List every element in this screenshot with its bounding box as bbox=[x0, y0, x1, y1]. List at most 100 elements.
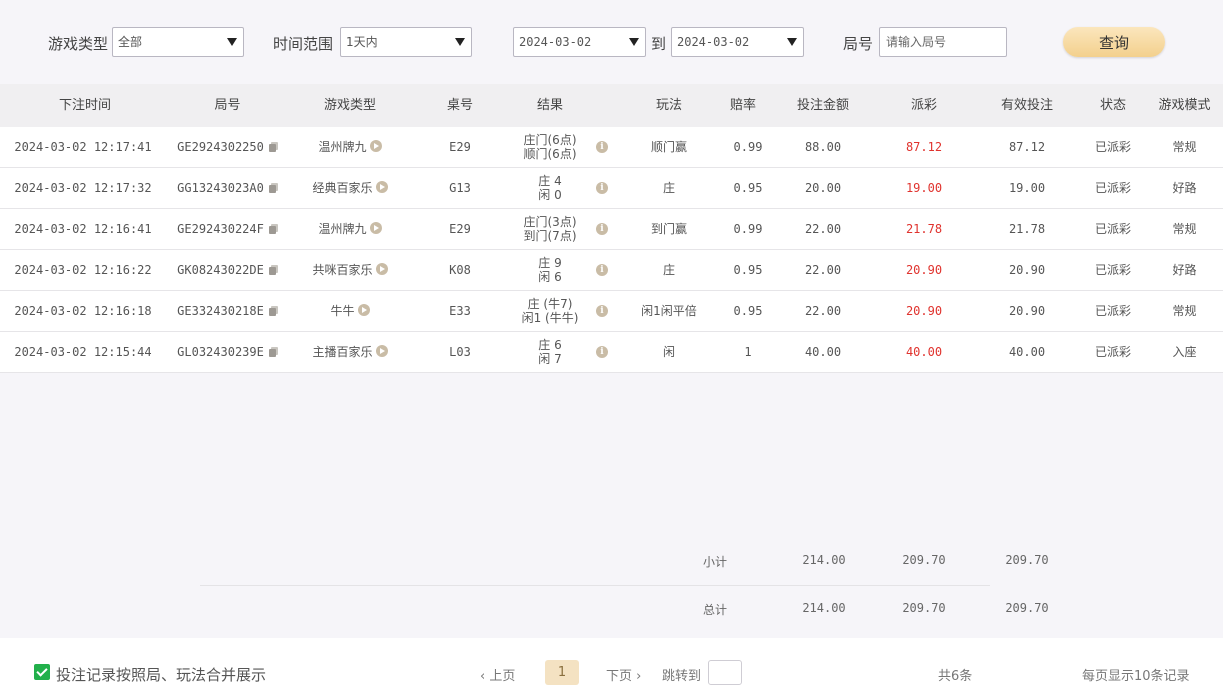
copy-icon[interactable] bbox=[268, 306, 278, 316]
subtotal-bet: 214.00 bbox=[802, 553, 846, 567]
date-from-select[interactable]: 2024-03-02 bbox=[513, 27, 646, 57]
table-row: 2024-03-02 12:16:41 GE292430224F 温州牌九 E2… bbox=[0, 209, 1223, 250]
result-line-1: 庄 (牛7) bbox=[527, 297, 573, 311]
play-type: 庄 bbox=[662, 263, 675, 277]
prev-page-button[interactable]: ‹ 上页 bbox=[480, 665, 515, 684]
valid-bet: 40.00 bbox=[1008, 345, 1046, 359]
round-cell: GE2924302250 bbox=[170, 127, 285, 167]
play-type: 到门赢 bbox=[650, 222, 687, 236]
table-row: 2024-03-02 12:17:41 GE2924302250 温州牌九 E2… bbox=[0, 127, 1223, 168]
game-type-value: 全部 bbox=[118, 35, 143, 49]
info-icon[interactable]: i bbox=[596, 141, 608, 153]
game-mode: 常规 bbox=[1172, 304, 1197, 318]
checkbox-checked-icon[interactable] bbox=[34, 664, 50, 680]
total-label: 总计 bbox=[702, 603, 727, 617]
info-icon[interactable]: i bbox=[596, 182, 608, 194]
header-valid-bet: 有效投注 bbox=[1000, 98, 1053, 113]
copy-icon[interactable] bbox=[268, 224, 278, 234]
game-type-cell: 温州牌九 bbox=[285, 127, 415, 167]
bet-time: 2024-03-02 12:17:32 bbox=[14, 181, 152, 195]
payout: 87.12 bbox=[905, 140, 943, 154]
status: 已派彩 bbox=[1094, 222, 1131, 236]
next-page-button[interactable]: 下页 › bbox=[606, 665, 641, 684]
date-to-value: 2024-03-02 bbox=[677, 35, 750, 49]
valid-bet: 19.00 bbox=[1008, 181, 1046, 195]
result-line-1: 庄 4 bbox=[538, 174, 562, 188]
page-number-current[interactable]: 1 bbox=[545, 660, 579, 685]
info-icon[interactable]: i bbox=[596, 223, 608, 235]
result-line-1: 庄 6 bbox=[538, 338, 562, 352]
jump-to-label: 跳转到 bbox=[662, 669, 702, 684]
info-icon[interactable]: i bbox=[596, 305, 608, 317]
game-type-label: 游戏类型 bbox=[48, 35, 109, 53]
merge-display-label[interactable]: 投注记录按照局、玩法合并展示 bbox=[56, 664, 266, 685]
copy-icon[interactable] bbox=[268, 265, 278, 275]
total-bet: 214.00 bbox=[802, 601, 846, 615]
play-type: 庄 bbox=[662, 181, 675, 195]
table-row: 2024-03-02 12:16:22 GK08243022DE 共咪百家乐 K… bbox=[0, 250, 1223, 291]
game-type: 温州牌九 bbox=[318, 222, 367, 236]
play-circle-icon[interactable] bbox=[375, 181, 388, 193]
round-cell: GE292430224F bbox=[170, 209, 285, 249]
bet-time: 2024-03-02 12:16:18 bbox=[14, 304, 152, 318]
round-input[interactable] bbox=[879, 27, 1007, 57]
header-result: 结果 bbox=[536, 98, 563, 113]
query-button[interactable]: 查询 bbox=[1063, 27, 1165, 57]
round-id: GK08243022DE bbox=[177, 263, 264, 277]
game-mode: 常规 bbox=[1172, 140, 1197, 154]
round-cell: GG13243023A0 bbox=[170, 168, 285, 208]
game-type-cell: 经典百家乐 bbox=[285, 168, 415, 208]
payout: 20.90 bbox=[905, 304, 943, 318]
totals-divider bbox=[200, 585, 990, 586]
header-odds: 赔率 bbox=[729, 98, 756, 113]
jump-page-input[interactable] bbox=[708, 660, 742, 685]
bet-amount: 22.00 bbox=[804, 304, 842, 318]
status: 已派彩 bbox=[1094, 345, 1131, 359]
result-line-1: 庄门(6点) bbox=[523, 133, 577, 147]
caret-down-icon bbox=[787, 38, 797, 46]
valid-bet: 20.90 bbox=[1008, 304, 1046, 318]
date-to-select[interactable]: 2024-03-02 bbox=[671, 27, 804, 57]
info-icon[interactable]: i bbox=[596, 346, 608, 358]
play-circle-icon[interactable] bbox=[369, 140, 382, 152]
status: 已派彩 bbox=[1094, 181, 1131, 195]
page-size-label[interactable]: 每页显示10条记录 bbox=[1082, 665, 1190, 684]
game-type: 共咪百家乐 bbox=[312, 263, 373, 277]
time-range-select[interactable]: 1天内 bbox=[340, 27, 472, 57]
copy-icon[interactable] bbox=[268, 142, 278, 152]
filter-bar: 游戏类型 全部 时间范围 1天内 2024-03-02 到 2024-03-02… bbox=[0, 0, 1223, 84]
play-type: 闲1闲平倍 bbox=[641, 304, 697, 318]
round-id: GG13243023A0 bbox=[177, 181, 264, 195]
caret-down-icon bbox=[227, 38, 237, 46]
game-type-cell: 主播百家乐 bbox=[285, 332, 415, 372]
result: 庄 (牛7) 闲1 (牛牛) bbox=[505, 291, 595, 331]
play-circle-icon[interactable] bbox=[375, 263, 388, 275]
bet-amount: 88.00 bbox=[804, 140, 842, 154]
time-range-value: 1天内 bbox=[346, 35, 378, 49]
date-from-value: 2024-03-02 bbox=[519, 35, 592, 49]
play-circle-icon[interactable] bbox=[369, 222, 382, 234]
game-type: 主播百家乐 bbox=[312, 345, 373, 359]
header-bet-time: 下注时间 bbox=[58, 98, 111, 113]
table-row: 2024-03-02 12:16:18 GE332430218E 牛牛 E33 … bbox=[0, 291, 1223, 332]
game-mode: 入座 bbox=[1172, 345, 1197, 359]
play-circle-icon[interactable] bbox=[357, 304, 370, 316]
result: 庄门(3点) 到门(7点) bbox=[505, 209, 595, 249]
copy-icon[interactable] bbox=[268, 347, 278, 357]
header-round: 局号 bbox=[214, 98, 241, 113]
record-count: 共6条 bbox=[938, 669, 973, 684]
header-table: 桌号 bbox=[446, 98, 473, 113]
table-number: E29 bbox=[449, 140, 471, 154]
table-row: 2024-03-02 12:17:32 GG13243023A0 经典百家乐 G… bbox=[0, 168, 1223, 209]
play-circle-icon[interactable] bbox=[375, 345, 388, 357]
copy-icon[interactable] bbox=[268, 183, 278, 193]
game-type: 经典百家乐 bbox=[312, 181, 373, 195]
game-type-cell: 共咪百家乐 bbox=[285, 250, 415, 290]
valid-bet: 87.12 bbox=[1008, 140, 1046, 154]
total-valid: 209.70 bbox=[1005, 601, 1049, 615]
round-id: GE292430224F bbox=[177, 222, 264, 236]
table-number: G13 bbox=[449, 181, 471, 195]
info-icon[interactable]: i bbox=[596, 264, 608, 276]
game-type-select[interactable]: 全部 bbox=[112, 27, 244, 57]
result: 庄 6闲 7 bbox=[505, 332, 595, 372]
